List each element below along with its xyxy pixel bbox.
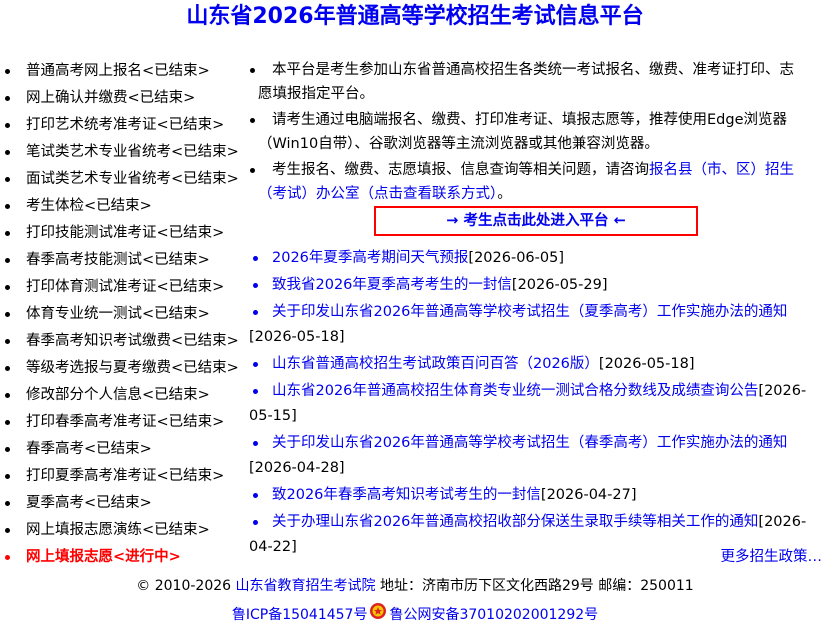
news-link[interactable]: 致我省2026年夏季高考考生的一封信	[272, 277, 512, 293]
news-date-part1: [2026-	[758, 514, 807, 530]
contact-office-link[interactable]: 报名县（市、区）招生	[649, 162, 794, 178]
news-date: [2026-05-18]	[249, 329, 345, 345]
news-link[interactable]: 2026年夏季高考期间天气预报	[272, 250, 468, 266]
sidebar-item-pe-test-ticket[interactable]: 打印体育测试准考证<已结束>	[0, 274, 250, 301]
sidebar-item-art-written-exam[interactable]: 笔试类艺术专业省统考<已结束>	[0, 139, 250, 166]
news-date: [2026-06-05]	[468, 250, 564, 266]
sidebar-item-physical-exam[interactable]: 考生体检<已结束>	[0, 193, 250, 220]
footer-icp-link[interactable]: 鲁ICP备15041457号	[232, 607, 368, 623]
sidebar-item-art-admission-ticket[interactable]: 打印艺术统考准考证<已结束>	[0, 112, 250, 139]
news-date-part1: [2026-	[758, 383, 807, 399]
notice-contact-line1: 考生报名、缴费、志愿填报、信息查询等相关问题，请咨询报名县（市、区）招生	[258, 158, 818, 182]
footer-org-link[interactable]: 山东省教育招生考试院	[236, 578, 376, 594]
page-title: 山东省2026年普通高等学校招生考试信息平台	[186, 4, 644, 29]
police-badge-icon	[369, 602, 387, 628]
news-date: [2026-04-27]	[540, 487, 637, 503]
notice-contact-prefix: 考生报名、缴费、志愿填报、信息查询等相关问题，请咨询	[272, 162, 649, 178]
news-item: 山东省2026年普通高校招生体育类专业统一测试合格分数线及成绩查询公告[2026…	[248, 379, 818, 429]
news-list: 2026年夏季高考期间天气预报[2026-06-05] 致我省2026年夏季高考…	[248, 246, 818, 562]
sidebar-item-spring-knowledge-fee[interactable]: 春季高考知识考试缴费<已结束>	[0, 328, 250, 355]
news-link[interactable]: 关于印发山东省2026年普通高等学校考试招生（春季高考）工作实施办法的通知	[272, 435, 787, 451]
news-link[interactable]: 关于办理山东省2026年普通高校招收部分保送生录取手续等相关工作的通知	[272, 514, 758, 530]
notice-platform-line2: 愿填报指定平台。	[258, 86, 374, 102]
news-date-part2: 05-15]	[249, 408, 297, 424]
news-link[interactable]: 致2026年春季高考知识考试考生的一封信	[272, 487, 541, 503]
sidebar-item-pe-unified-test[interactable]: 体育专业统一测试<已结束>	[0, 301, 250, 328]
notice-contact-line2: （考试）办公室（点击查看联系方式）。	[258, 182, 818, 206]
notice-browser: 请考生通过电脑端报名、缴费、打印准考证、填报志愿等，推荐使用Edge浏览器 （W…	[248, 108, 818, 156]
sidebar-item-registration[interactable]: 普通高考网上报名<已结束>	[0, 58, 250, 85]
news-item: 致2026年春季高考知识考试考生的一封信[2026-04-27]	[248, 483, 818, 508]
sidebar-item-volunteer-filling[interactable]: 网上填报志愿<进行中>	[0, 544, 250, 571]
sidebar-item-summer-exam[interactable]: 夏季高考<已结束>	[0, 490, 250, 517]
notice-contact: 考生报名、缴费、志愿填报、信息查询等相关问题，请咨询报名县（市、区）招生 （考试…	[248, 158, 818, 206]
footer-copyright: © 2010-2026	[136, 578, 232, 594]
notice-platform: 本平台是考生参加山东省普通高校招生各类统一考试报名、缴费、准考证打印、志 愿填报…	[248, 58, 818, 106]
more-policies-link[interactable]: 更多招生政策…	[721, 545, 823, 566]
sidebar-item-spring-skill-test[interactable]: 春季高考技能测试<已结束>	[0, 247, 250, 274]
notice-browser-line2: （Win10自带）、谷歌浏览器等主流浏览器或其他兼容浏览器。	[258, 136, 659, 152]
news-item: 山东省普通高校招生考试政策百问百答（2026版）[2026-05-18]	[248, 352, 818, 377]
sidebar-item-summer-ticket[interactable]: 打印夏季高考准考证<已结束>	[0, 463, 250, 490]
sidebar-item-skill-test-ticket[interactable]: 打印技能测试准考证<已结束>	[0, 220, 250, 247]
main-content: 本平台是考生参加山东省普通高校招生各类统一考试报名、缴费、准考证打印、志 愿填报…	[248, 58, 818, 555]
footer-records: 鲁ICP备15041457号 鲁公网安备37010202001292号	[0, 602, 830, 628]
news-date: [2026-04-28]	[249, 460, 345, 476]
sidebar-item-volunteer-drill[interactable]: 网上填报志愿演练<已结束>	[0, 517, 250, 544]
sidebar-item-art-interview-exam[interactable]: 面试类艺术专业省统考<已结束>	[0, 166, 250, 193]
news-item: 关于印发山东省2026年普通高等学校考试招生（春季高考）工作实施办法的通知 [20…	[248, 431, 818, 481]
footer-police-link[interactable]: 鲁公网安备37010202001292号	[389, 607, 598, 623]
notice-platform-line1: 本平台是考生参加山东省普通高校招生各类统一考试报名、缴费、准考证打印、志	[272, 62, 794, 78]
sidebar: 普通高考网上报名<已结束> 网上确认并缴费<已结束> 打印艺术统考准考证<已结束…	[0, 58, 250, 571]
news-link[interactable]: 关于印发山东省2026年普通高等学校考试招生（夏季高考）工作实施办法的通知	[272, 304, 787, 320]
contact-office-link-cont[interactable]: （考试）办公室（点击查看联系方式）	[258, 186, 497, 202]
sidebar-item-spring-ticket[interactable]: 打印春季高考准考证<已结束>	[0, 409, 250, 436]
sidebar-list: 普通高考网上报名<已结束> 网上确认并缴费<已结束> 打印艺术统考准考证<已结束…	[0, 58, 250, 571]
news-item: 2026年夏季高考期间天气预报[2026-06-05]	[248, 246, 818, 271]
news-link[interactable]: 山东省2026年普通高校招生体育类专业统一测试合格分数线及成绩查询公告	[272, 383, 758, 399]
news-date: [2026-05-29]	[511, 277, 608, 293]
sidebar-item-level-exam-fee[interactable]: 等级考选报与夏考缴费<已结束>	[0, 355, 250, 382]
notice-browser-line1: 请考生通过电脑端报名、缴费、打印准考证、填报志愿等，推荐使用Edge浏览器	[272, 112, 787, 128]
enter-platform-button[interactable]: → 考生点击此处进入平台 ←	[374, 206, 698, 236]
news-date: [2026-05-18]	[598, 356, 695, 372]
news-link[interactable]: 山东省普通高校招生考试政策百问百答（2026版）	[272, 356, 599, 372]
news-item: 关于印发山东省2026年普通高等学校考试招生（夏季高考）工作实施办法的通知 [20…	[248, 300, 818, 350]
footer-info: © 2010-2026 山东省教育招生考试院 地址：济南市历下区文化西路29号 …	[0, 574, 830, 598]
sidebar-item-spring-exam[interactable]: 春季高考<已结束>	[0, 436, 250, 463]
notice-contact-suffix: 。	[497, 186, 512, 202]
sidebar-item-confirm-pay[interactable]: 网上确认并缴费<已结束>	[0, 85, 250, 112]
footer-address: 地址：济南市历下区文化西路29号 邮编：250011	[379, 578, 694, 594]
sidebar-item-edit-personal-info[interactable]: 修改部分个人信息<已结束>	[0, 382, 250, 409]
news-item: 致我省2026年夏季高考考生的一封信[2026-05-29]	[248, 273, 818, 298]
